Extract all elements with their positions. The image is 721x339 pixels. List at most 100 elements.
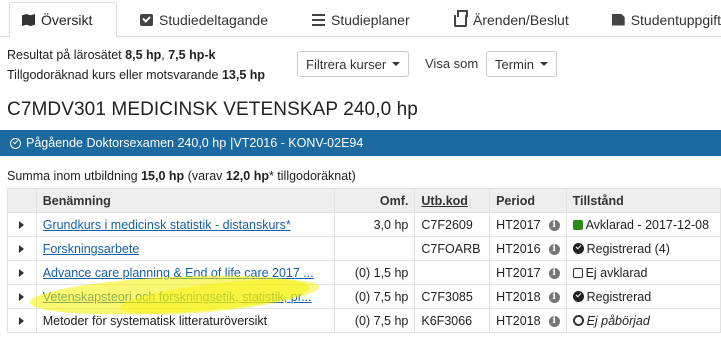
empty-square-icon	[572, 267, 583, 278]
header-tillstand: Tillstånd	[565, 188, 721, 213]
course-period: HT2017 i	[489, 212, 567, 237]
period-value: HT2017	[496, 265, 541, 280]
tab-label: Översikt	[41, 12, 93, 28]
course-table: Benämning Omf. Utb.kod Period Tillstånd …	[7, 188, 721, 333]
check-circle-icon	[10, 137, 21, 149]
status-text: Registrerad (4)	[586, 241, 670, 256]
caret-right-icon	[19, 316, 25, 325]
course-status: Registrerad	[565, 284, 721, 309]
filter-label: Filtrera kurser	[306, 56, 387, 72]
caret-down-icon	[540, 62, 549, 66]
course-period: HT2018 i	[489, 308, 567, 333]
credited-hp: 13,5 hp	[221, 68, 266, 82]
tab-studentuppgift[interactable]: Studentuppgift	[600, 2, 721, 37]
table-row: Vetenskapsteori och forskningsetik, stat…	[7, 284, 721, 309]
sum-total: 15,0 hp	[141, 169, 185, 183]
course-omf	[334, 236, 416, 261]
tab-label: Studieplaner	[331, 11, 410, 28]
period-value: HT2017	[496, 217, 541, 232]
program-status-bar: Pågående Doktorsexamen 240,0 hp |VT2016 …	[0, 130, 721, 156]
result-line: Resultat på lärosätet 8,5 hp, 7,5 hp-k	[7, 45, 265, 65]
caret-right-icon	[19, 244, 25, 253]
expand-toggle[interactable]	[7, 260, 37, 285]
course-omf: (0) 7,5 hp	[334, 308, 416, 333]
empty-circle-icon	[572, 314, 584, 326]
tab-studieplaner[interactable]: Studieplaner	[300, 2, 430, 37]
course-period: HT2017 i	[489, 260, 567, 285]
course-omf: (0) 7,5 hp	[334, 284, 416, 309]
header-utbkod[interactable]: Utb.kod	[414, 188, 491, 213]
info-icon[interactable]: i	[548, 219, 560, 231]
program-sum: Summa inom utbildning 15,0 hp (varav 12,…	[7, 169, 356, 183]
course-status: Avklarad - 2017-12-08	[565, 212, 721, 237]
file-icon	[612, 13, 625, 26]
course-link[interactable]: Grundkurs i medicinsk statistik - distan…	[43, 218, 291, 232]
course-omf: (0) 1,5 hp	[334, 260, 416, 285]
period-value: HT2018	[496, 313, 541, 328]
check-circle-icon	[572, 242, 584, 254]
status-text: Ej avklarad	[585, 265, 648, 280]
tab-oversikt[interactable]: Översikt	[9, 2, 117, 38]
course-status: Ej påbörjad	[565, 308, 721, 333]
course-code: C7F2609	[414, 212, 491, 237]
filter-courses-button[interactable]: Filtrera kurser	[297, 51, 410, 77]
program-title: C7MDV301 MEDICINSK VETENSKAP 240,0 hp	[7, 99, 418, 120]
tab-arenden-beslut[interactable]: Ärenden/Beslut	[442, 2, 582, 37]
table-header-row: Benämning Omf. Utb.kod Period Tillstånd	[7, 188, 721, 213]
header-benamning: Benämning	[35, 188, 336, 213]
done-square-icon	[572, 219, 583, 230]
check-circle-icon	[572, 290, 584, 302]
course-period: HT2016 i	[489, 236, 567, 261]
tab-label: Studiedeltagande	[159, 11, 268, 28]
result-summary: Resultat på lärosätet 8,5 hp, 7,5 hp-k T…	[7, 45, 265, 85]
credited-label: Tillgodoräknad kurs eller motsvarande	[7, 68, 219, 82]
header-period: Period	[489, 188, 567, 213]
map-icon	[22, 14, 35, 26]
info-icon[interactable]: i	[548, 267, 560, 279]
table-row: Advance care planning & End of life care…	[7, 260, 721, 285]
sum-label: Summa inom utbildning	[7, 169, 138, 183]
list-icon	[312, 13, 325, 26]
sum-credited: 12,0 hp	[225, 169, 269, 183]
status-text: Avklarad - 2017-12-08	[585, 217, 710, 232]
table-row: Metoder för systematisk litteraturöversi…	[7, 308, 721, 333]
info-icon[interactable]: i	[548, 315, 560, 327]
header-expand	[7, 188, 37, 213]
period-value: HT2016	[496, 241, 541, 256]
expand-toggle[interactable]	[7, 236, 37, 261]
course-link[interactable]: Advance care planning & End of life care…	[43, 266, 314, 280]
status-text: Registrerad	[586, 289, 652, 304]
course-code: K6F3066	[414, 308, 491, 333]
program-status: Pågående Doktorsexamen 240,0 hp	[26, 136, 227, 150]
course-omf: 3,0 hp	[334, 212, 416, 237]
course-link[interactable]: Forskningsarbete	[43, 242, 140, 256]
course-status: Ej avklarad	[565, 260, 721, 285]
caret-down-icon	[392, 62, 401, 66]
caret-right-icon	[19, 220, 25, 229]
expand-toggle[interactable]	[7, 284, 37, 309]
info-icon[interactable]: i	[548, 243, 560, 255]
sum-mid: (varav	[187, 169, 223, 183]
program-detail: |VT2016 - KONV-02E94	[230, 136, 364, 150]
sum-suffix: * tillgodoräknat)	[268, 169, 356, 183]
info-icon[interactable]: i	[548, 291, 560, 303]
expand-toggle[interactable]	[7, 212, 37, 237]
view-as-value: Termin	[495, 56, 535, 72]
expand-toggle[interactable]	[7, 308, 37, 333]
view-as-select[interactable]: Termin	[486, 51, 558, 77]
status-text: Ej påbörjad	[586, 313, 650, 328]
check-square-icon	[140, 13, 153, 26]
course-code: C7F3085	[414, 284, 491, 309]
course-period: HT2018 i	[489, 284, 567, 309]
table-row: Forskningsarbete C7FOARB HT2016 i Registr…	[7, 236, 721, 261]
header-omf: Omf.	[334, 188, 416, 213]
separator: ,	[161, 48, 165, 62]
period-value: HT2018	[496, 289, 541, 304]
course-status: Registrerad (4)	[565, 236, 721, 261]
tab-studiedeltagande[interactable]: Studiedeltagande	[128, 2, 288, 37]
tab-bar: Översikt Studiedeltagande Studieplaner Ä…	[0, 0, 721, 38]
course-link[interactable]: Vetenskapsteori och forskningsetik, stat…	[43, 290, 312, 304]
tab-label: Studentuppgift	[630, 11, 721, 28]
result-hpk: 7,5 hp-k	[168, 48, 216, 62]
credited-line: Tillgodoräknad kurs eller motsvarande 13…	[7, 65, 265, 85]
